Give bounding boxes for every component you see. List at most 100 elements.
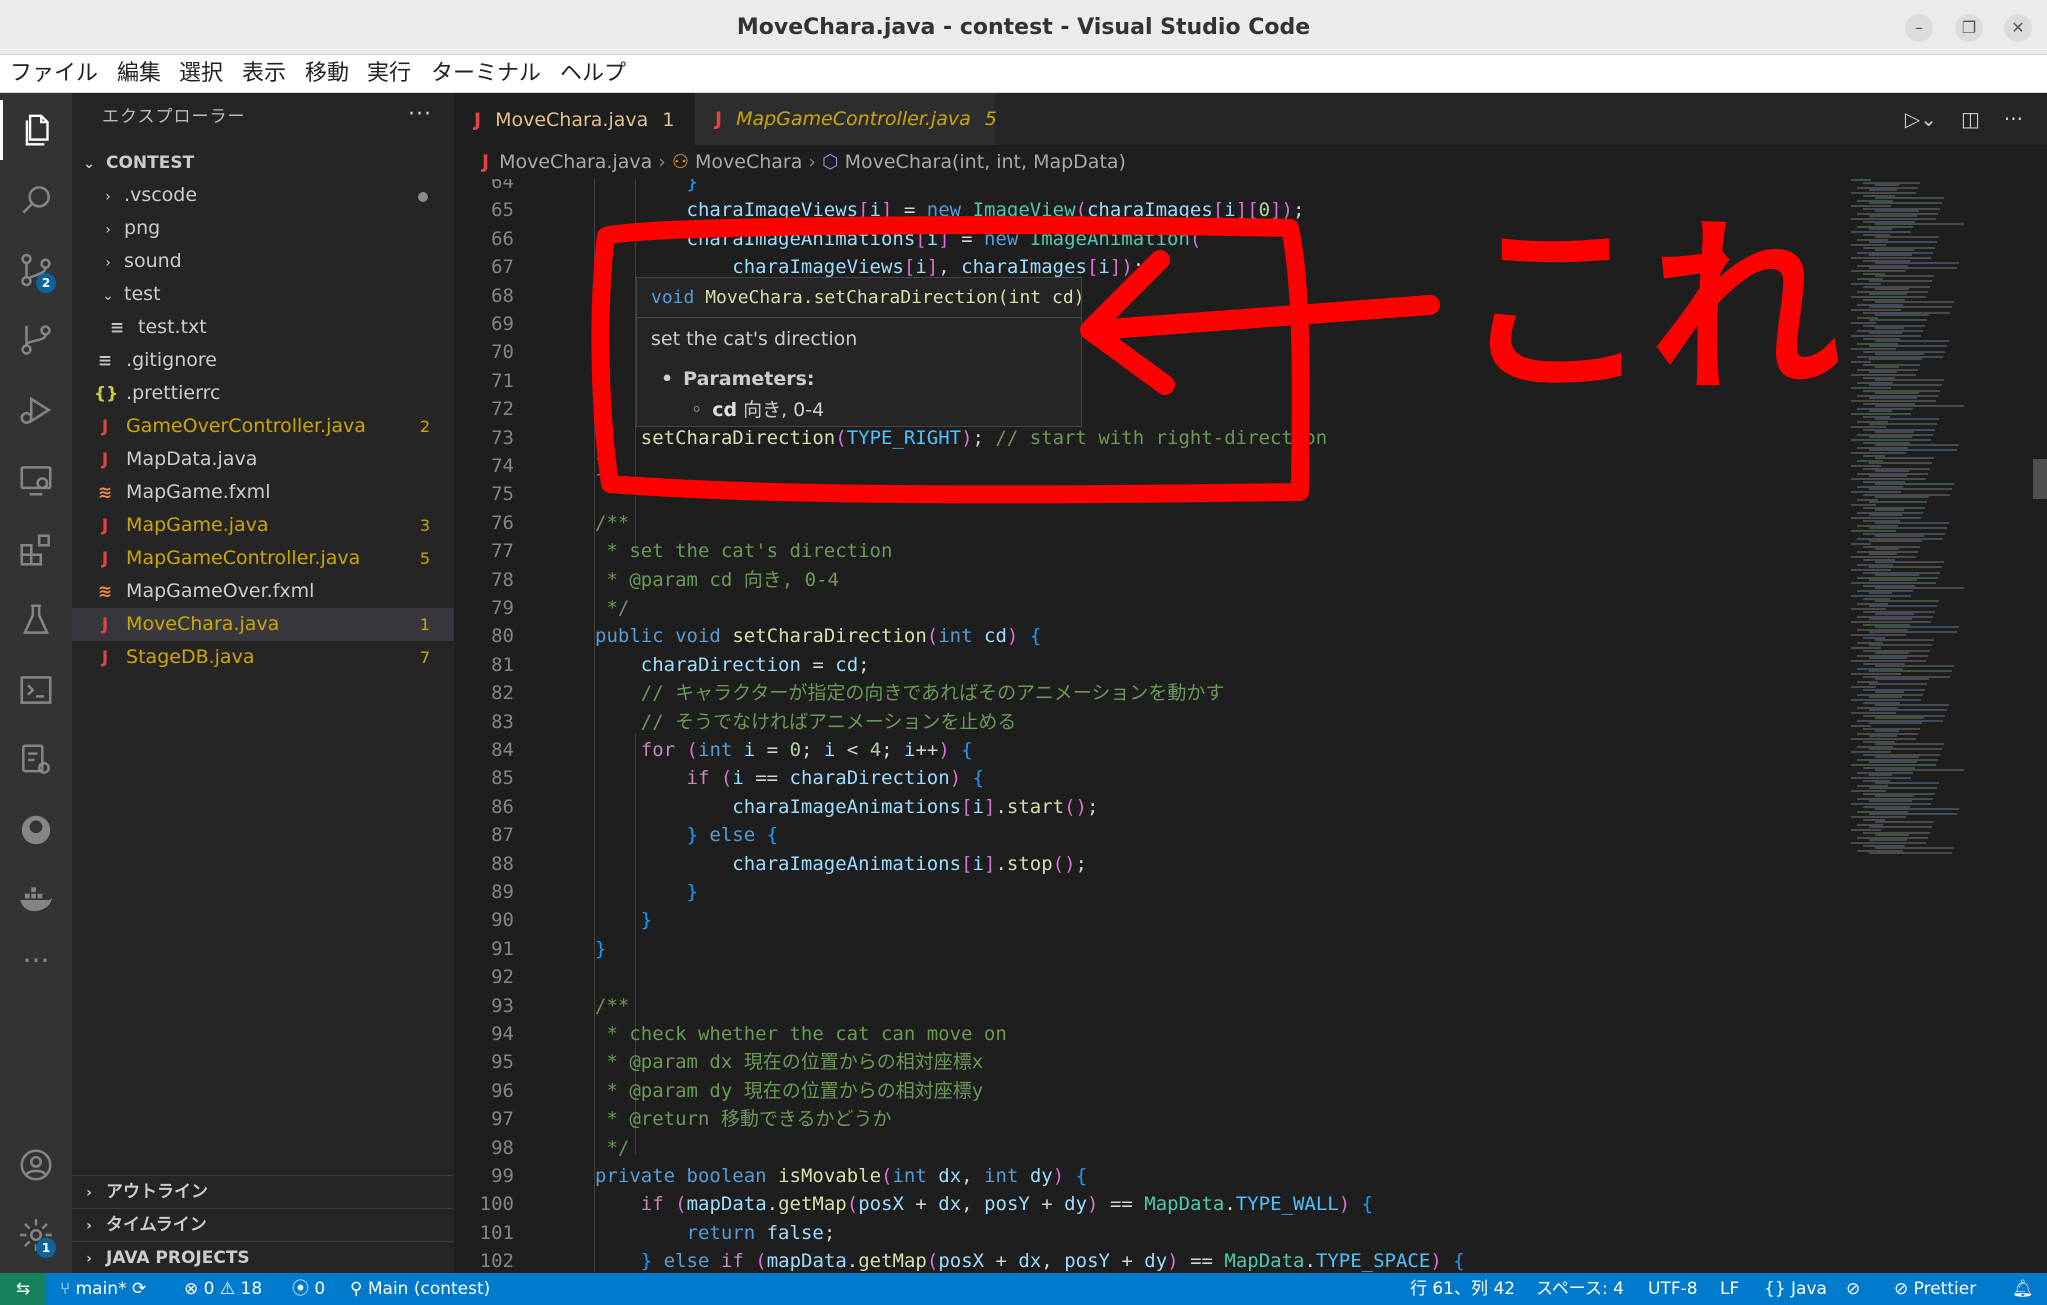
more-icon[interactable]: ··· — [0, 930, 72, 990]
java-projects-section[interactable]: › JAVA PROJECTS — [72, 1241, 454, 1274]
code-line[interactable]: 101 return false; — [454, 1219, 1844, 1247]
menu-edit[interactable]: 編集 — [117, 55, 161, 93]
code-line[interactable]: 91} — [454, 935, 1844, 963]
code-line[interactable]: 96 * @param dy 現在の位置からの相対座標y — [454, 1077, 1844, 1105]
workspace-root[interactable]: ⌄ CONTEST — [72, 147, 454, 179]
notifications-icon[interactable]: 🔔︎ — [2012, 1273, 2034, 1305]
code-line[interactable]: 84 for (int i = 0; i < 4; i++) { — [454, 736, 1844, 764]
extensions-icon[interactable] — [0, 520, 72, 580]
docker-icon[interactable] — [0, 870, 72, 930]
tab-movechara[interactable]: JMoveChara.java 1 ✕ — [454, 93, 711, 145]
menu-view[interactable]: 表示 — [242, 55, 286, 93]
tree-item-mapgame-java[interactable]: J MapGame.java 3 — [72, 509, 454, 542]
menu-help[interactable]: ヘルプ — [560, 55, 626, 93]
code-line[interactable]: 95 * @param dx 現在の位置からの相対座標x — [454, 1048, 1844, 1076]
explorer-more-icon[interactable]: ··· — [408, 93, 432, 141]
source-control-icon[interactable]: 2 — [0, 240, 72, 300]
tree-item-test[interactable]: ⌄ test — [72, 278, 454, 311]
no-sync-icon[interactable]: ⊘ — [1846, 1273, 1860, 1305]
code-line[interactable]: 100 if (mapData.getMap(posX + dx, posY +… — [454, 1190, 1844, 1218]
menu-selection[interactable]: 選択 — [179, 55, 223, 93]
language-mode[interactable]: {} Java — [1764, 1273, 1827, 1305]
tab-mapgamecontroller[interactable]: J MapGameController.java 5 — [695, 93, 997, 145]
run-debug-icon[interactable] — [0, 380, 72, 440]
remote-explorer-icon[interactable] — [0, 450, 72, 510]
prettier-status[interactable]: ⊘ Prettier — [1894, 1273, 1976, 1305]
code-line[interactable]: 78 * @param cd 向き, 0-4 — [454, 566, 1844, 594]
close-window-button[interactable]: ✕ — [2004, 14, 2032, 42]
outline-section[interactable]: › アウトライン — [72, 1175, 454, 1208]
code-line[interactable]: 97 * @return 移動できるかどうか — [454, 1105, 1844, 1133]
code-line[interactable]: 92 — [454, 963, 1844, 991]
code-line[interactable]: 66 charaImageAnimations[i] = new ImageAn… — [454, 225, 1844, 253]
tree-item-stagedb[interactable]: J StageDB.java 7 — [72, 641, 454, 674]
menu-terminal[interactable]: ターミナル — [431, 55, 541, 93]
code-line[interactable]: 80 public void setCharaDirection(int cd) … — [454, 622, 1844, 650]
code-line[interactable]: 65 charaImageViews[i] = new ImageView(ch… — [454, 196, 1844, 224]
more-actions-icon[interactable]: ··· — [2004, 107, 2023, 131]
scrollbar[interactable] — [2033, 459, 2047, 499]
tree-item-mapgame-fxml[interactable]: ≋ MapGame.fxml — [72, 476, 454, 509]
tree-item-mapgameover-fxml[interactable]: ≋ MapGameOver.fxml — [72, 575, 454, 608]
tree-item-sound[interactable]: › sound — [72, 245, 454, 278]
tree-item-gitignore[interactable]: ≡ .gitignore — [72, 344, 454, 377]
minimap[interactable] — [1845, 179, 2035, 1273]
menu-file[interactable]: ファイル — [10, 55, 98, 93]
code-line[interactable]: 102 } else if (mapData.getMap(posX + dx,… — [454, 1247, 1844, 1273]
code-line[interactable]: 74} — [454, 452, 1844, 480]
timeline-section[interactable]: › タイムライン — [72, 1208, 454, 1241]
minimize-button[interactable]: – — [1905, 14, 1933, 42]
code-line[interactable]: 75 — [454, 480, 1844, 508]
breadcrumb-file[interactable]: MoveChara.java — [499, 151, 652, 173]
code-line[interactable]: 99 private boolean isMovable(int dx, int … — [454, 1162, 1844, 1190]
manage-gear-icon[interactable]: 1 — [0, 1205, 72, 1265]
testing-icon[interactable] — [0, 590, 72, 650]
code-line[interactable]: 76 /** — [454, 509, 1844, 537]
indentation[interactable]: スペース: 4 — [1536, 1273, 1624, 1305]
breadcrumb-class[interactable]: MoveChara — [695, 151, 802, 173]
code-line[interactable]: 94 * check whether the cat can move on — [454, 1020, 1844, 1048]
encoding[interactable]: UTF-8 — [1648, 1273, 1698, 1305]
tree-item-prettierrc[interactable]: {} .prettierrc — [72, 377, 454, 410]
remote-indicator[interactable]: ⇆ — [0, 1273, 46, 1305]
code-line[interactable]: 79 */ — [454, 594, 1844, 622]
explorer-icon[interactable] — [0, 100, 72, 160]
account-icon[interactable] — [0, 1135, 72, 1195]
branch-indicator[interactable]: ⑂ main* ⟳ — [60, 1273, 146, 1305]
maximize-button[interactable]: ❐ — [1955, 14, 1983, 42]
code-line[interactable]: 89 } — [454, 878, 1844, 906]
run-icon[interactable]: ▷⌄ — [1905, 107, 1937, 131]
tree-item-mapgamecontroller[interactable]: J MapGameController.java 5 — [72, 542, 454, 575]
code-line[interactable]: 88 charaImageAnimations[i].stop(); — [454, 850, 1844, 878]
code-line[interactable]: 83 // そうでなければアニメーションを止める — [454, 708, 1844, 736]
run-config-indicator[interactable]: ⚲ Main (contest) — [350, 1273, 490, 1305]
tree-item-movechara[interactable]: J MoveChara.java 1 — [72, 608, 454, 641]
problems-indicator[interactable]: ⊗ 0 ⚠ 18 — [184, 1273, 262, 1305]
code-line[interactable]: 98 */ — [454, 1134, 1844, 1162]
settings-sync-icon[interactable] — [0, 730, 72, 790]
line-ending[interactable]: LF — [1720, 1273, 1739, 1305]
terminal-icon[interactable] — [0, 660, 72, 720]
tree-item-test-txt[interactable]: ≡ test.txt — [72, 311, 454, 344]
search-icon[interactable] — [0, 170, 72, 230]
code-line[interactable]: 86 charaImageAnimations[i].start(); — [454, 793, 1844, 821]
tree-item-vscode[interactable]: › .vscode — [72, 179, 454, 212]
split-editor-icon[interactable]: ◫ — [1961, 107, 1980, 131]
git-graph-icon[interactable] — [0, 310, 72, 370]
ports-indicator[interactable]: ⦿ 0 — [292, 1273, 325, 1305]
code-line[interactable]: 93 /** — [454, 992, 1844, 1020]
menu-run[interactable]: 実行 — [367, 55, 411, 93]
cursor-position[interactable]: 行 61、列 42 — [1410, 1273, 1515, 1305]
code-line[interactable]: 85 if (i == charaDirection) { — [454, 764, 1844, 792]
tree-item-gameovercontroller[interactable]: J GameOverController.java 2 — [72, 410, 454, 443]
code-line[interactable]: 82 // キャラクターが指定の向きであればそのアニメーションを動かす — [454, 679, 1844, 707]
code-line[interactable]: 90 } — [454, 906, 1844, 934]
github-icon[interactable] — [0, 800, 72, 860]
code-line[interactable]: 73 setCharaDirection(TYPE_RIGHT); // sta… — [454, 424, 1844, 452]
code-line[interactable]: 77 * set the cat's direction — [454, 537, 1844, 565]
code-line[interactable]: 81 charaDirection = cd; — [454, 651, 1844, 679]
code-line[interactable]: 64 } — [454, 179, 1844, 196]
tree-item-mapdata[interactable]: J MapData.java — [72, 443, 454, 476]
breadcrumb-method[interactable]: MoveChara(int, int, MapData) — [845, 151, 1126, 173]
tree-item-png[interactable]: › png — [72, 212, 454, 245]
